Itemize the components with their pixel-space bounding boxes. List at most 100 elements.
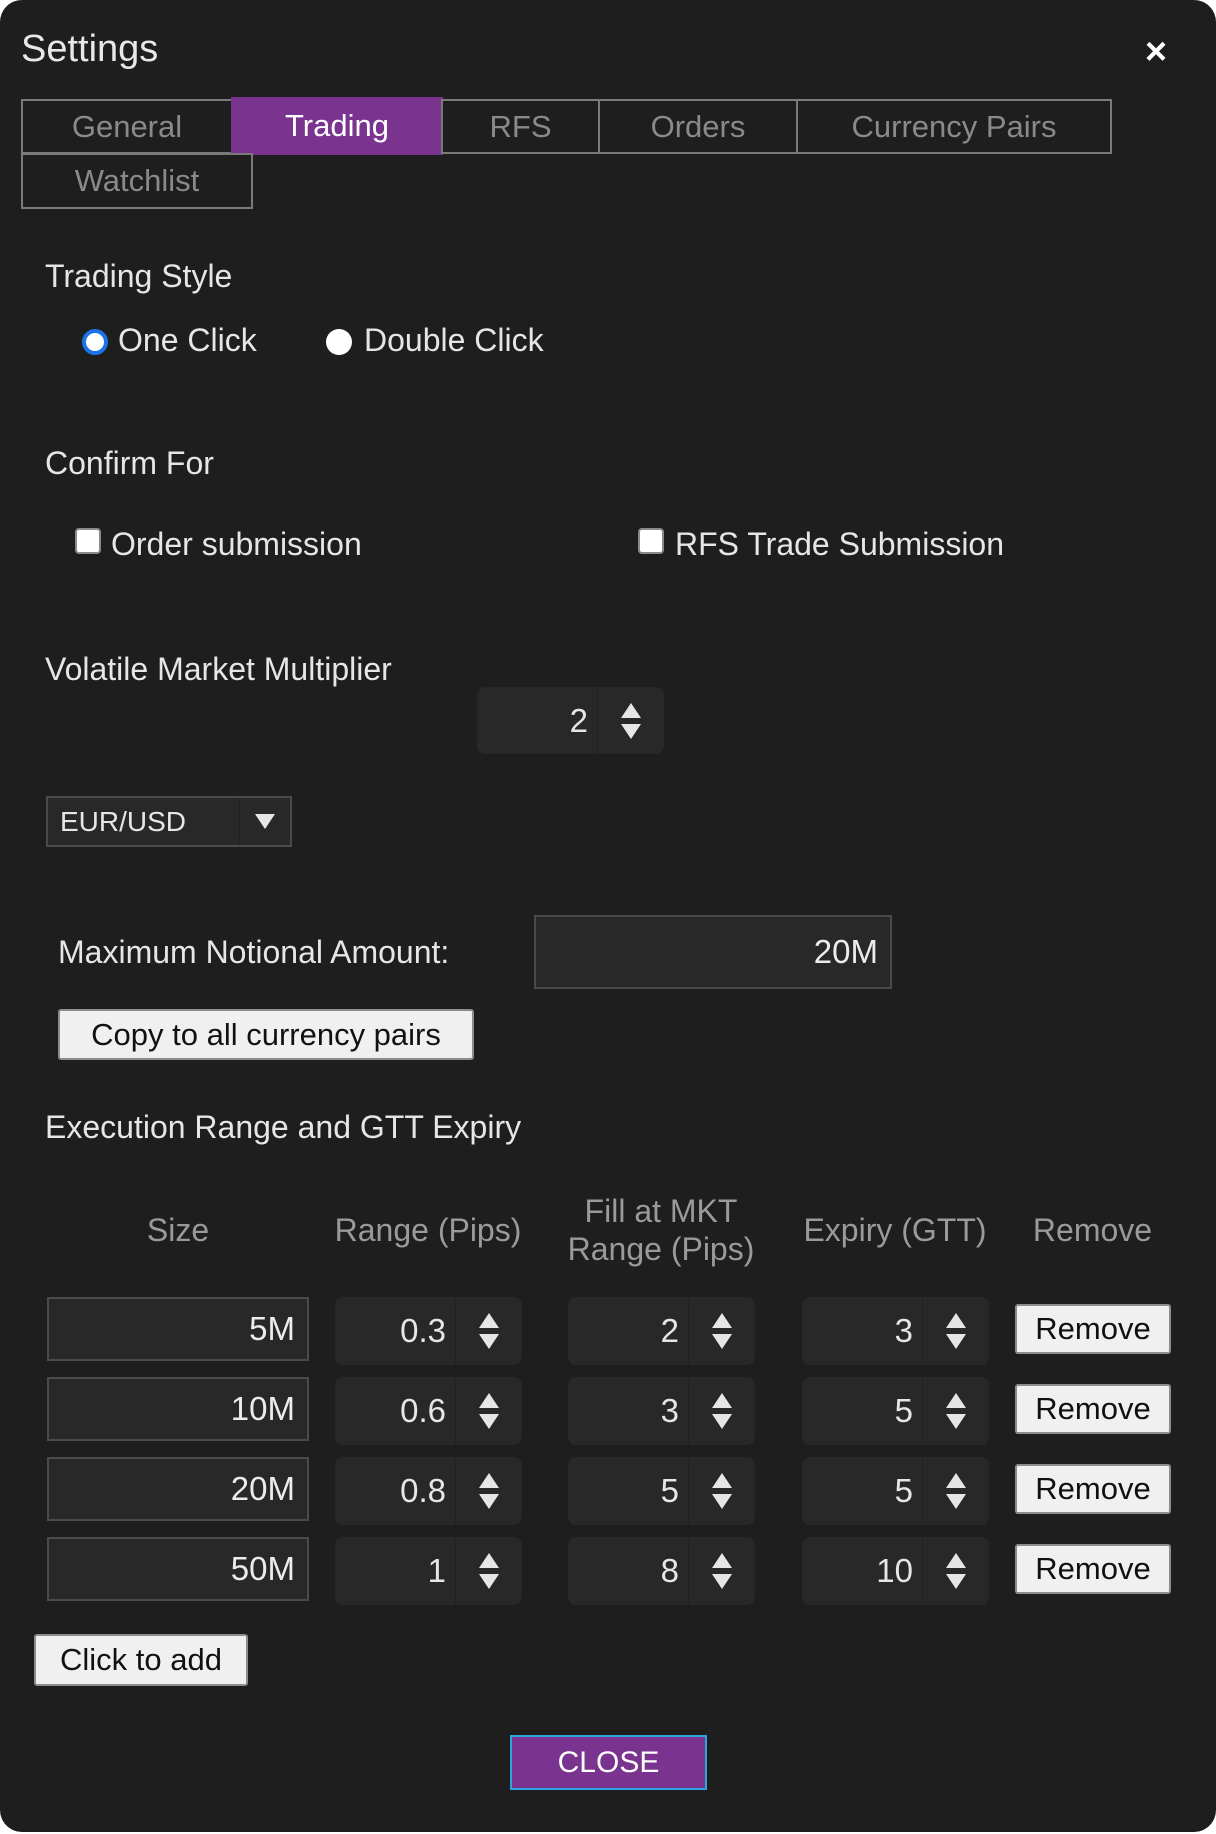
rfs-trade-submission-label[interactable]: RFS Trade Submission bbox=[675, 526, 1004, 563]
copy-to-all-pairs-button[interactable]: Copy to all currency pairs bbox=[58, 1009, 474, 1060]
fill-stepper bbox=[688, 1537, 755, 1605]
increment-arrow-icon[interactable] bbox=[712, 1313, 732, 1328]
range-spinner[interactable]: 1 bbox=[335, 1537, 522, 1605]
remove-row-button[interactable]: Remove bbox=[1015, 1304, 1171, 1354]
fill-spinner[interactable]: 8 bbox=[568, 1537, 755, 1605]
click-to-add-button[interactable]: Click to add bbox=[34, 1634, 248, 1686]
remove-row-button[interactable]: Remove bbox=[1015, 1464, 1171, 1514]
expiry-stepper bbox=[922, 1297, 989, 1365]
vmm-label: Volatile Market Multiplier bbox=[45, 651, 392, 687]
increment-arrow-icon[interactable] bbox=[621, 702, 641, 718]
chevron-down-icon bbox=[255, 814, 275, 829]
tab-orders[interactable]: Orders bbox=[598, 99, 798, 154]
expiry-value[interactable]: 5 bbox=[895, 1377, 913, 1445]
order-submission-label[interactable]: Order submission bbox=[111, 526, 362, 563]
increment-arrow-icon[interactable] bbox=[946, 1473, 966, 1488]
range-spinner[interactable]: 0.8 bbox=[335, 1457, 522, 1525]
remove-row-button[interactable]: Remove bbox=[1015, 1384, 1171, 1434]
increment-arrow-icon[interactable] bbox=[946, 1393, 966, 1408]
decrement-arrow-icon[interactable] bbox=[621, 723, 641, 739]
expiry-stepper bbox=[922, 1377, 989, 1445]
range-spinner[interactable]: 0.6 bbox=[335, 1377, 522, 1445]
decrement-arrow-icon[interactable] bbox=[946, 1494, 966, 1509]
expiry-spinner[interactable]: 5 bbox=[802, 1457, 989, 1525]
fill-value[interactable]: 2 bbox=[661, 1297, 679, 1365]
radio-one-click-label[interactable]: One Click bbox=[118, 322, 257, 359]
expiry-spinner[interactable]: 5 bbox=[802, 1377, 989, 1445]
fill-value[interactable]: 3 bbox=[661, 1377, 679, 1445]
increment-arrow-icon[interactable] bbox=[479, 1553, 499, 1568]
fill-value[interactable]: 5 bbox=[661, 1457, 679, 1525]
decrement-arrow-icon[interactable] bbox=[946, 1574, 966, 1589]
increment-arrow-icon[interactable] bbox=[712, 1473, 732, 1488]
range-value[interactable]: 1 bbox=[428, 1537, 446, 1605]
expiry-value[interactable]: 5 bbox=[895, 1457, 913, 1525]
radio-one-click-button[interactable] bbox=[82, 329, 108, 355]
radio-double-click-button[interactable] bbox=[326, 329, 352, 355]
col-header-size: Size bbox=[146, 1212, 210, 1248]
expiry-value[interactable]: 10 bbox=[876, 1537, 913, 1605]
decrement-arrow-icon[interactable] bbox=[712, 1334, 732, 1349]
increment-arrow-icon[interactable] bbox=[479, 1393, 499, 1408]
range-value[interactable]: 0.8 bbox=[400, 1457, 446, 1525]
col-header-fill: Fill at MKT Range (Pips) bbox=[555, 1192, 767, 1268]
col-header-fill-line1: Fill at MKT bbox=[584, 1193, 738, 1229]
dropdown-caret[interactable] bbox=[239, 798, 290, 845]
size-input[interactable]: 50M bbox=[47, 1537, 309, 1601]
increment-arrow-icon[interactable] bbox=[946, 1553, 966, 1568]
fill-spinner[interactable]: 2 bbox=[568, 1297, 755, 1365]
increment-arrow-icon[interactable] bbox=[946, 1313, 966, 1328]
decrement-arrow-icon[interactable] bbox=[479, 1494, 499, 1509]
fill-stepper bbox=[688, 1377, 755, 1445]
tab-currency-pairs[interactable]: Currency Pairs bbox=[796, 99, 1112, 154]
order-submission-checkbox[interactable] bbox=[75, 528, 101, 554]
range-stepper bbox=[455, 1537, 522, 1605]
tab-general[interactable]: General bbox=[21, 99, 233, 154]
rfs-trade-submission-checkbox[interactable] bbox=[638, 528, 664, 554]
range-stepper bbox=[455, 1297, 522, 1365]
decrement-arrow-icon[interactable] bbox=[479, 1414, 499, 1429]
remove-row-button[interactable]: Remove bbox=[1015, 1544, 1171, 1594]
vmm-value[interactable]: 2 bbox=[570, 687, 588, 754]
col-header-fill-line2: Range (Pips) bbox=[567, 1231, 755, 1267]
fill-spinner[interactable]: 3 bbox=[568, 1377, 755, 1445]
range-value[interactable]: 0.3 bbox=[400, 1297, 446, 1365]
radio-double-click-label[interactable]: Double Click bbox=[364, 322, 544, 359]
expiry-stepper bbox=[922, 1457, 989, 1525]
vmm-spinner[interactable]: 2 bbox=[477, 687, 664, 754]
range-stepper bbox=[455, 1457, 522, 1525]
col-header-expiry: Expiry (GTT) bbox=[803, 1212, 987, 1248]
decrement-arrow-icon[interactable] bbox=[946, 1334, 966, 1349]
tab-trading[interactable]: Trading bbox=[231, 97, 443, 155]
fill-spinner[interactable]: 5 bbox=[568, 1457, 755, 1525]
decrement-arrow-icon[interactable] bbox=[479, 1574, 499, 1589]
expiry-value[interactable]: 3 bbox=[895, 1297, 913, 1365]
increment-arrow-icon[interactable] bbox=[479, 1473, 499, 1488]
fill-stepper bbox=[688, 1297, 755, 1365]
tab-watchlist[interactable]: Watchlist bbox=[21, 153, 253, 209]
fill-value[interactable]: 8 bbox=[661, 1537, 679, 1605]
increment-arrow-icon[interactable] bbox=[479, 1313, 499, 1328]
col-header-remove: Remove bbox=[1032, 1212, 1153, 1248]
decrement-arrow-icon[interactable] bbox=[946, 1414, 966, 1429]
decrement-arrow-icon[interactable] bbox=[712, 1574, 732, 1589]
size-input[interactable]: 20M bbox=[47, 1457, 309, 1521]
expiry-spinner[interactable]: 10 bbox=[802, 1537, 989, 1605]
size-input[interactable]: 10M bbox=[47, 1377, 309, 1441]
decrement-arrow-icon[interactable] bbox=[712, 1494, 732, 1509]
tab-rfs[interactable]: RFS bbox=[441, 99, 600, 154]
confirm-for-heading: Confirm For bbox=[45, 445, 214, 481]
close-icon[interactable]: × bbox=[1138, 33, 1174, 71]
currency-pair-select[interactable]: EUR/USD bbox=[46, 796, 292, 847]
range-spinner[interactable]: 0.3 bbox=[335, 1297, 522, 1365]
increment-arrow-icon[interactable] bbox=[712, 1553, 732, 1568]
expiry-spinner[interactable]: 3 bbox=[802, 1297, 989, 1365]
range-value[interactable]: 0.6 bbox=[400, 1377, 446, 1445]
increment-arrow-icon[interactable] bbox=[712, 1393, 732, 1408]
decrement-arrow-icon[interactable] bbox=[479, 1334, 499, 1349]
size-input[interactable]: 5M bbox=[47, 1297, 309, 1361]
max-notional-input[interactable]: 20M bbox=[534, 915, 892, 989]
decrement-arrow-icon[interactable] bbox=[712, 1414, 732, 1429]
close-button[interactable]: CLOSE bbox=[510, 1735, 707, 1790]
max-notional-label: Maximum Notional Amount: bbox=[58, 934, 450, 970]
